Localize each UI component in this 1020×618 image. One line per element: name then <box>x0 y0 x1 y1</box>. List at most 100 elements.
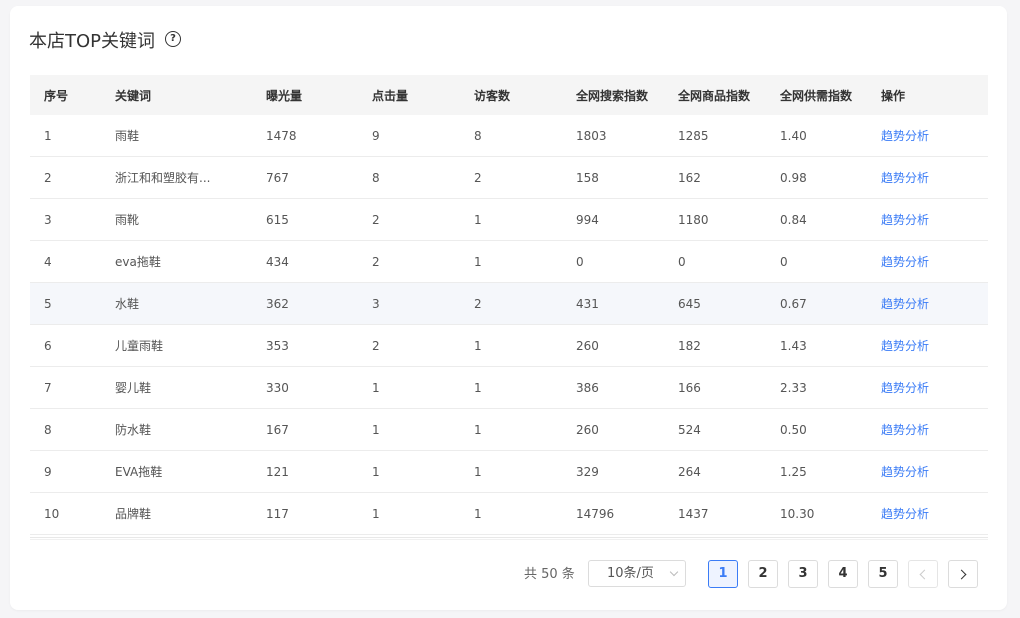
trend-analysis-link[interactable]: 趋势分析 <box>881 505 988 522</box>
next-page-button[interactable] <box>948 560 978 588</box>
page-size-value: 10条/页 <box>607 566 654 581</box>
cell-clicks: 3 <box>372 296 380 311</box>
cell-product-index: 1285 <box>678 128 709 143</box>
help-icon[interactable]: ? <box>165 31 182 47</box>
pagination: 共 50 条 10条/页 1 2 3 4 5 <box>10 560 1007 589</box>
cell-product-index: 1180 <box>678 212 709 227</box>
cell-no: 2 <box>44 170 52 185</box>
cell-search-index: 260 <box>576 422 599 437</box>
trend-analysis-link[interactable]: 趋势分析 <box>881 169 988 186</box>
cell-search-index: 260 <box>576 338 599 353</box>
cell-no: 6 <box>44 338 52 353</box>
table-row[interactable]: 10 品牌鞋 117 1 1 14796 1437 10.30 趋势分析 <box>30 493 988 535</box>
cell-search-index: 1803 <box>576 128 607 143</box>
column-header-clicks: 点击量 <box>372 88 409 103</box>
cell-visitors: 1 <box>474 254 482 269</box>
cell-exposure: 767 <box>266 170 289 185</box>
cell-product-index: 182 <box>678 338 701 353</box>
page-size-select[interactable]: 10条/页 <box>588 560 686 587</box>
table-row[interactable]: 9 EVA拖鞋 121 1 1 329 264 1.25 趋势分析 <box>30 451 988 493</box>
column-header-action: 操作 <box>881 88 906 103</box>
cell-clicks: 2 <box>372 212 380 227</box>
cell-supply-demand: 2.33 <box>780 380 807 395</box>
cell-no: 7 <box>44 380 52 395</box>
column-header-search-index: 全网搜索指数 <box>576 88 649 103</box>
cell-exposure: 434 <box>266 254 289 269</box>
cell-supply-demand: 1.43 <box>780 338 807 353</box>
trend-analysis-link[interactable]: 趋势分析 <box>881 295 988 312</box>
table-row[interactable]: 7 婴儿鞋 330 1 1 386 166 2.33 趋势分析 <box>30 367 988 409</box>
trend-analysis-link[interactable]: 趋势分析 <box>881 127 988 144</box>
table-row[interactable]: 2 浙江和和塑胶有... 767 8 2 158 162 0.98 趋势分析 <box>30 157 988 199</box>
table-row[interactable]: 8 防水鞋 167 1 1 260 524 0.50 趋势分析 <box>30 409 988 451</box>
page-button-2[interactable]: 2 <box>748 560 778 588</box>
cell-keyword: 婴儿鞋 <box>115 381 152 395</box>
table-row[interactable]: 5 水鞋 362 3 2 431 645 0.67 趋势分析 <box>30 283 988 325</box>
cell-keyword: 浙江和和塑胶有... <box>115 171 211 185</box>
cell-visitors: 1 <box>474 338 482 353</box>
table-row[interactable]: 6 儿童雨鞋 353 2 1 260 182 1.43 趋势分析 <box>30 325 988 367</box>
cell-no: 5 <box>44 296 52 311</box>
cell-clicks: 9 <box>372 128 380 143</box>
table-row[interactable]: 3 雨靴 615 2 1 994 1180 0.84 趋势分析 <box>30 199 988 241</box>
cell-visitors: 2 <box>474 296 482 311</box>
page-button-3[interactable]: 3 <box>788 560 818 588</box>
cell-product-index: 645 <box>678 296 701 311</box>
cell-visitors: 2 <box>474 170 482 185</box>
prev-page-button[interactable] <box>908 560 938 588</box>
table-row[interactable]: 1 雨鞋 1478 9 8 1803 1285 1.40 趋势分析 <box>30 115 988 157</box>
cell-product-index: 0 <box>678 254 686 269</box>
chevron-right-icon <box>956 569 967 580</box>
card-header: 本店TOP关键词 ? <box>29 30 182 54</box>
trend-analysis-link[interactable]: 趋势分析 <box>881 253 988 270</box>
table-row[interactable]: 4 eva拖鞋 434 2 1 0 0 0 趋势分析 <box>30 241 988 283</box>
cell-clicks: 1 <box>372 422 380 437</box>
cell-search-index: 14796 <box>576 506 615 521</box>
cell-search-index: 386 <box>576 380 599 395</box>
cell-clicks: 1 <box>372 380 380 395</box>
cell-keyword: eva拖鞋 <box>115 255 161 269</box>
cell-supply-demand: 1.25 <box>780 464 807 479</box>
cell-keyword: 品牌鞋 <box>115 507 152 521</box>
column-header-exposure: 曝光量 <box>266 88 303 103</box>
top-keywords-card: 本店TOP关键词 ? 序号 关键词 曝光量 点击量 访客数 全网搜索指数 全网商… <box>10 6 1007 610</box>
cell-product-index: 524 <box>678 422 701 437</box>
page-button-4[interactable]: 4 <box>828 560 858 588</box>
cell-supply-demand: 0.67 <box>780 296 807 311</box>
chevron-down-icon <box>669 567 679 577</box>
cell-search-index: 994 <box>576 212 599 227</box>
cell-supply-demand: 0.84 <box>780 212 807 227</box>
cell-visitors: 8 <box>474 128 482 143</box>
cell-keyword: 雨靴 <box>115 213 140 227</box>
page-button-1[interactable]: 1 <box>708 560 738 588</box>
cell-keyword: 雨鞋 <box>115 129 140 143</box>
trend-analysis-link[interactable]: 趋势分析 <box>881 421 988 438</box>
cell-visitors: 1 <box>474 464 482 479</box>
cell-exposure: 121 <box>266 464 289 479</box>
cell-clicks: 8 <box>372 170 380 185</box>
cell-no: 4 <box>44 254 52 269</box>
cell-product-index: 1437 <box>678 506 709 521</box>
trend-analysis-link[interactable]: 趋势分析 <box>881 463 988 480</box>
trend-analysis-link[interactable]: 趋势分析 <box>881 379 988 396</box>
column-header-keyword: 关键词 <box>115 88 152 103</box>
cell-no: 10 <box>44 506 60 521</box>
cell-supply-demand: 1.40 <box>780 128 807 143</box>
cell-visitors: 1 <box>474 506 482 521</box>
cell-exposure: 167 <box>266 422 289 437</box>
trend-analysis-link[interactable]: 趋势分析 <box>881 337 988 354</box>
cell-exposure: 353 <box>266 338 289 353</box>
page-button-5[interactable]: 5 <box>868 560 898 588</box>
cell-no: 1 <box>44 128 52 143</box>
column-header-product-index: 全网商品指数 <box>678 88 751 103</box>
table-header: 序号 关键词 曝光量 点击量 访客数 全网搜索指数 全网商品指数 全网供需指数 … <box>30 75 988 115</box>
trend-analysis-link[interactable]: 趋势分析 <box>881 211 988 228</box>
cell-exposure: 615 <box>266 212 289 227</box>
cell-keyword: 水鞋 <box>115 297 140 311</box>
cell-clicks: 2 <box>372 338 380 353</box>
cell-product-index: 166 <box>678 380 701 395</box>
cell-no: 3 <box>44 212 52 227</box>
cell-no: 8 <box>44 422 52 437</box>
cell-exposure: 362 <box>266 296 289 311</box>
cell-keyword: 防水鞋 <box>115 423 152 437</box>
